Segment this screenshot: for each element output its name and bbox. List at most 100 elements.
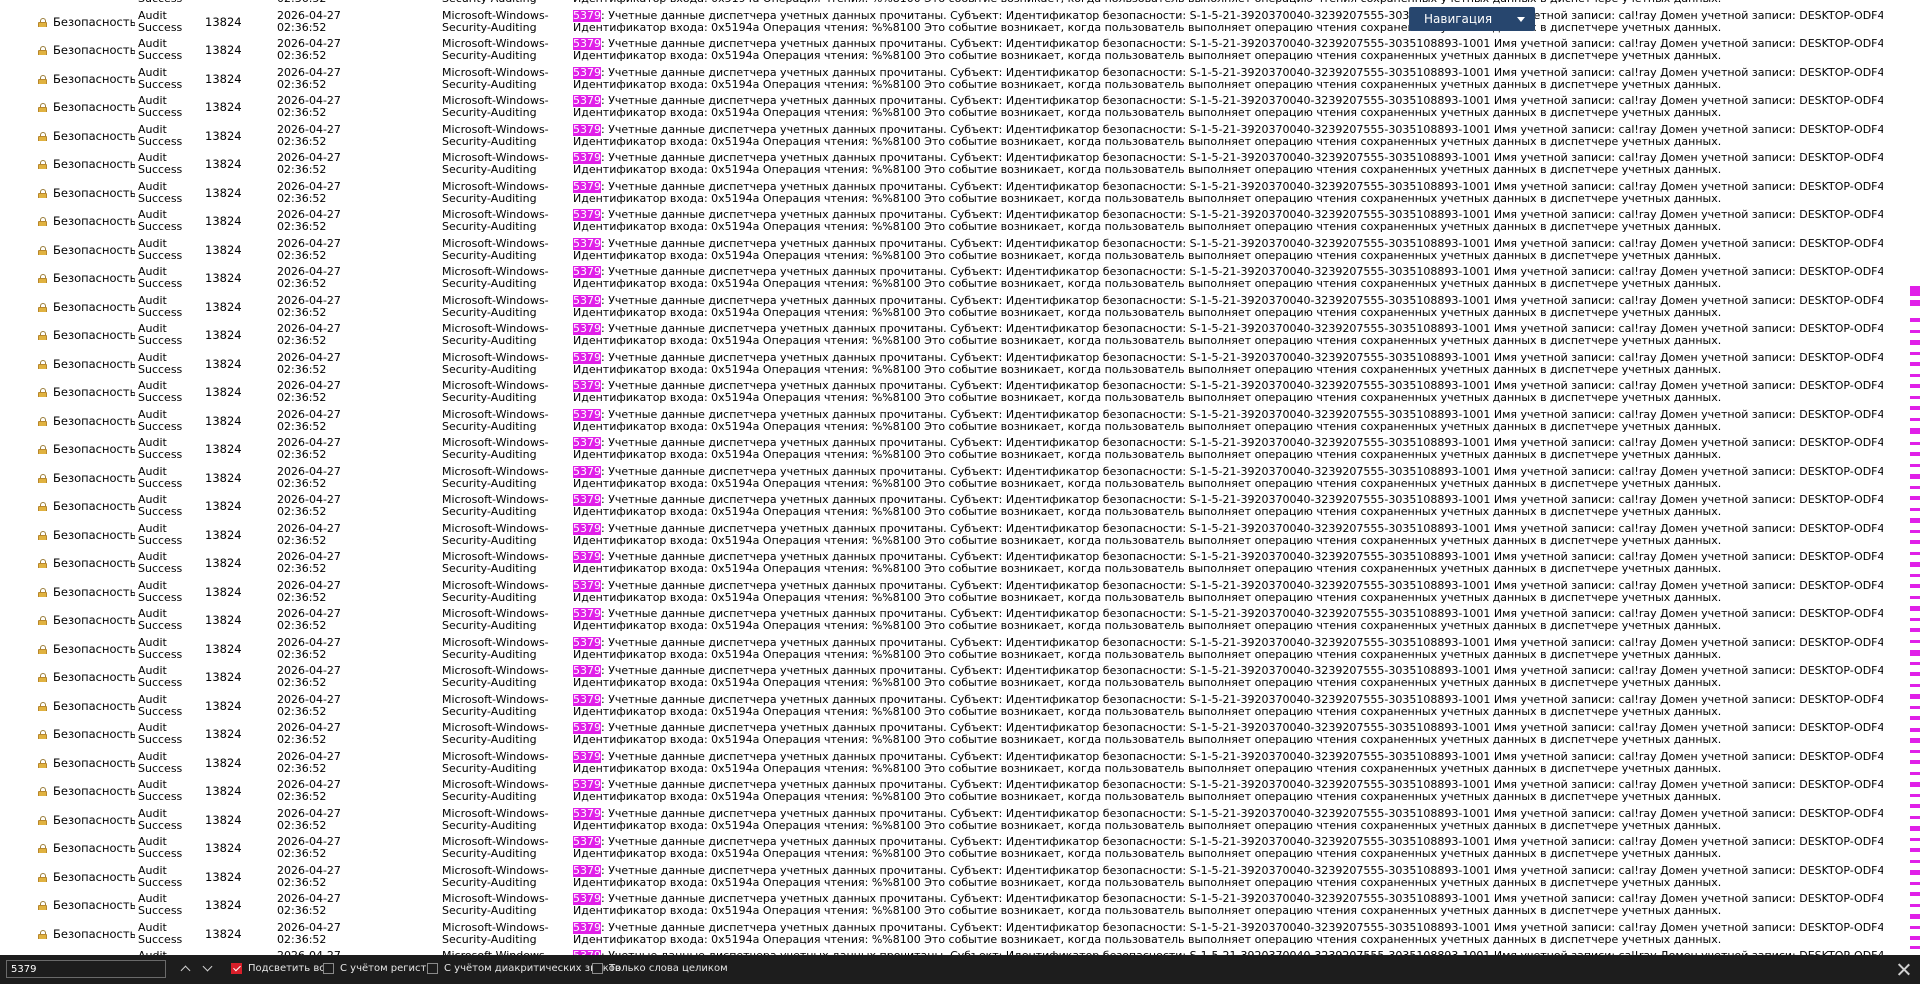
message-cell: 5379: Учетные данные диспетчера учетных … bbox=[573, 750, 1883, 775]
source-line: Microsoft-Windows- bbox=[442, 66, 549, 79]
lock-icon bbox=[38, 17, 47, 27]
event-row[interactable]: БезопасностьAuditSuccess138242026-04-270… bbox=[0, 8, 1900, 37]
checkbox-box[interactable] bbox=[323, 963, 334, 974]
scrollbar-match-markers[interactable] bbox=[1910, 0, 1920, 955]
keyword-line: Success bbox=[138, 676, 183, 689]
event-row[interactable]: БезопасностьAuditSuccess138242026-04-270… bbox=[0, 36, 1900, 65]
event-row[interactable]: БезопасностьAuditSuccess138242026-04-270… bbox=[0, 948, 1900, 955]
source-line: Security-Auditing bbox=[442, 305, 537, 319]
message-line-2: Идентификатор входа: 0x5194a Операция чт… bbox=[573, 762, 1722, 775]
close-icon[interactable] bbox=[1897, 963, 1910, 976]
event-row[interactable]: БезопасностьAuditSuccess138242026-04-270… bbox=[0, 749, 1900, 778]
keywords-cell: AuditSuccess bbox=[138, 637, 198, 661]
event-row[interactable]: БезопасностьAuditSuccess138242026-04-270… bbox=[0, 150, 1900, 179]
event-row[interactable]: БезопасностьAuditSuccess138242026-04-270… bbox=[0, 378, 1900, 407]
keyword-line: Success bbox=[138, 590, 183, 604]
keyword-line: Success bbox=[138, 476, 183, 490]
event-row[interactable]: БезопасностьAuditSuccess138242026-04-270… bbox=[0, 264, 1900, 293]
message-line-2: Идентификатор входа: 0x5194a Операция чт… bbox=[573, 221, 1722, 233]
event-row[interactable]: БезопасностьAuditSuccess138242026-04-270… bbox=[0, 293, 1900, 322]
message-line-2: Идентификатор входа: 0x5194a Операция чт… bbox=[573, 563, 1722, 575]
source-cell: Microsoft-Windows-Security-Auditing bbox=[442, 779, 554, 803]
event-row[interactable]: БезопасностьAuditSuccess138242026-04-270… bbox=[0, 720, 1900, 749]
search-highlight: 5379 bbox=[573, 864, 601, 877]
search-highlight: 5379 bbox=[573, 351, 601, 364]
match-marker bbox=[1910, 782, 1920, 787]
event-row[interactable]: БезопасностьAuditSuccess138242026-04-270… bbox=[0, 492, 1900, 521]
source-cell: Microsoft-Windows-Security-Auditing bbox=[442, 380, 554, 404]
date-line: 2026-04-27 bbox=[277, 66, 341, 79]
event-row[interactable]: БезопасностьAuditSuccess138242026-04-270… bbox=[0, 777, 1900, 806]
date-line: 2026-04-27 bbox=[277, 408, 341, 421]
event-row[interactable]: БезопасностьAuditSuccess138242026-04-270… bbox=[0, 578, 1900, 607]
event-row[interactable]: БезопасностьAuditSuccess138242026-04-270… bbox=[0, 521, 1900, 550]
find-input[interactable] bbox=[6, 960, 166, 978]
checkbox-box[interactable] bbox=[231, 963, 242, 974]
message-cell: 5379: Учетные данные диспетчера учетных … bbox=[573, 323, 1883, 347]
message-line-2: Идентификатор входа: 0x5194a Операция чт… bbox=[573, 705, 1722, 718]
search-highlight: 5379 bbox=[573, 66, 601, 79]
event-row[interactable]: БезопасностьAuditSuccess138242026-04-270… bbox=[0, 350, 1900, 379]
source-line: Microsoft-Windows- bbox=[442, 522, 549, 535]
message-line: 5379: Учетные данные диспетчера учетных … bbox=[573, 408, 1883, 421]
message-line: 5379: Учетные данные диспетчера учетных … bbox=[573, 551, 1883, 563]
event-row[interactable]: БезопасностьAuditSuccess138242026-04-270… bbox=[0, 207, 1900, 236]
search-highlight: 5379 bbox=[573, 408, 601, 421]
message-text: : Учетные данные диспетчера учетных данн… bbox=[601, 38, 1883, 50]
highlight-all-checkbox[interactable]: Подсветить все bbox=[231, 963, 331, 976]
event-row[interactable]: БезопасностьAuditSuccess138242026-04-270… bbox=[0, 464, 1900, 493]
keywords-cell: AuditSuccess bbox=[138, 836, 198, 860]
match-marker bbox=[1910, 374, 1920, 377]
whole-words-checkbox[interactable]: Только слова целиком bbox=[592, 963, 728, 976]
match-marker bbox=[1910, 300, 1920, 306]
lock-icon bbox=[38, 188, 47, 198]
date-cell: 2026-04-2702:36:52 bbox=[277, 67, 367, 91]
message-text: : Учетные данные диспетчера учетных данн… bbox=[601, 665, 1883, 677]
source-cell: Microsoft-Windows-Security-Auditing bbox=[442, 152, 554, 176]
event-row[interactable]: БезопасностьAuditSuccess138242026-04-270… bbox=[0, 179, 1900, 208]
event-row[interactable]: БезопасностьAuditSuccess138242026-04-270… bbox=[0, 606, 1900, 635]
match-case-checkbox[interactable]: С учётом регистра bbox=[323, 963, 439, 976]
event-row[interactable]: БезопасностьAuditSuccess138242026-04-270… bbox=[0, 891, 1900, 920]
event-log-view[interactable]: Безопасность Audit Success 13824 2026-04-27 0… bbox=[0, 0, 1920, 955]
checkbox-box[interactable] bbox=[427, 963, 438, 974]
event-row[interactable]: БезопасностьAuditSuccess138242026-04-270… bbox=[0, 549, 1900, 578]
source-line: Security-Auditing bbox=[442, 220, 537, 233]
keywords-cell: AuditSuccess bbox=[138, 922, 198, 946]
event-id-cell: 13824 bbox=[205, 186, 242, 199]
match-marker bbox=[1910, 552, 1920, 555]
event-row[interactable]: БезопасностьAuditSuccess138242026-04-270… bbox=[0, 122, 1900, 151]
chevron-up-icon[interactable] bbox=[180, 963, 192, 976]
event-row[interactable]: БезопасностьAuditSuccess138242026-04-270… bbox=[0, 834, 1900, 863]
match-marker bbox=[1910, 352, 1920, 355]
time-line: 02:36:52 bbox=[277, 818, 327, 832]
checkbox-box[interactable] bbox=[592, 963, 603, 974]
event-id-cell: 13824 bbox=[205, 785, 242, 797]
event-row[interactable]: БезопасностьAuditSuccess138242026-04-270… bbox=[0, 321, 1900, 350]
navigation-dropdown-button[interactable]: Навигация bbox=[1409, 7, 1535, 31]
search-highlight: 5379 bbox=[573, 465, 601, 478]
event-row[interactable]: БезопасностьAuditSuccess138242026-04-270… bbox=[0, 806, 1900, 835]
time-line: 02:36:52 bbox=[277, 676, 327, 689]
search-highlight: 5379 bbox=[573, 636, 601, 649]
event-row[interactable]: БезопасностьAuditSuccess138242026-04-270… bbox=[0, 435, 1900, 464]
event-row[interactable]: БезопасностьAuditSuccess138242026-04-270… bbox=[0, 93, 1900, 122]
event-row[interactable]: БезопасностьAuditSuccess138242026-04-270… bbox=[0, 236, 1900, 265]
event-row[interactable]: БезопасностьAuditSuccess138242026-04-270… bbox=[0, 863, 1900, 892]
message-cell: 5379: Учетные данные диспетчера учетных … bbox=[573, 779, 1883, 803]
event-row[interactable]: БезопасностьAuditSuccess138242026-04-270… bbox=[0, 407, 1900, 436]
message-line: 5379: Учетные данные диспетчера учетных … bbox=[573, 38, 1883, 50]
chevron-down-icon[interactable] bbox=[202, 961, 214, 975]
date-cell: 2026-04-2702:36:52 bbox=[277, 722, 367, 746]
category-cell: Безопасность bbox=[53, 414, 135, 427]
event-row[interactable]: БезопасностьAuditSuccess138242026-04-270… bbox=[0, 920, 1900, 949]
event-row[interactable]: БезопасностьAuditSuccess138242026-04-270… bbox=[0, 663, 1900, 692]
event-row[interactable]: БезопасностьAuditSuccess138242026-04-270… bbox=[0, 692, 1900, 721]
event-row[interactable]: БезопасностьAuditSuccess138242026-04-270… bbox=[0, 635, 1900, 664]
match-marker bbox=[1910, 794, 1920, 797]
source-line: Security-Auditing bbox=[442, 191, 537, 205]
event-id-cell: 13824 bbox=[205, 699, 242, 712]
source-cell: Microsoft-Windows-Security-Auditing bbox=[442, 295, 554, 319]
event-row[interactable]: БезопасностьAuditSuccess138242026-04-270… bbox=[0, 65, 1900, 94]
event-row[interactable]: БезопасностьAuditSuccess138242026-04-270… bbox=[0, 0, 1900, 8]
